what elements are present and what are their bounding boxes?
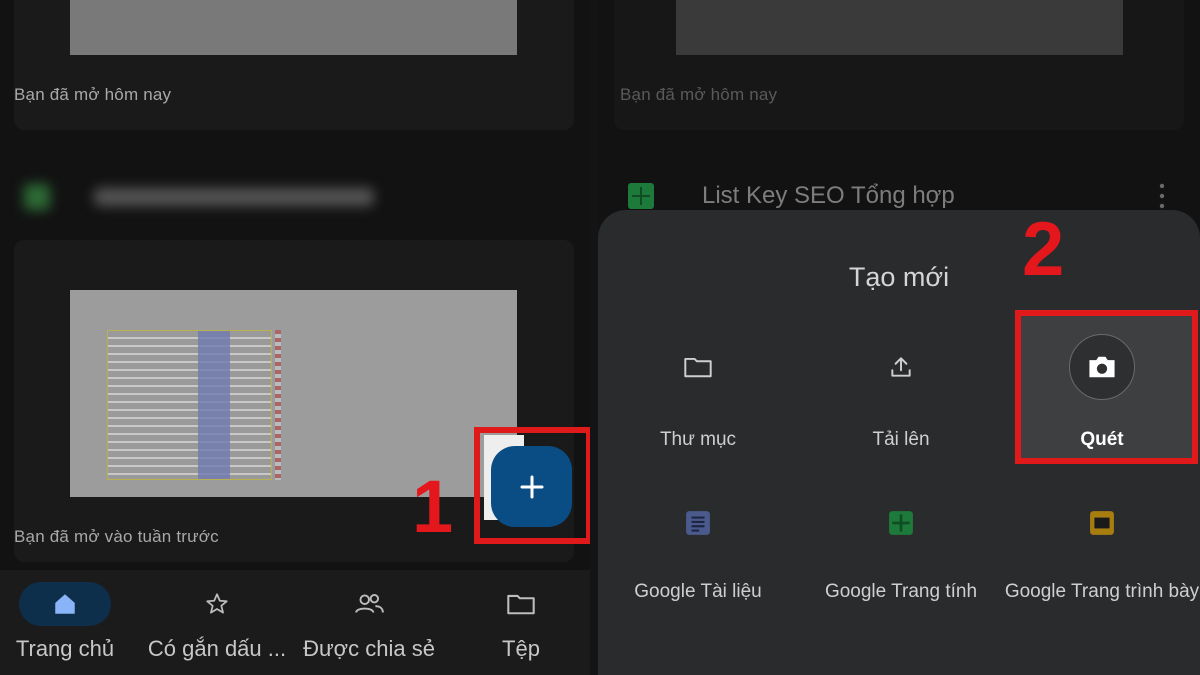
- folder-icon: [684, 357, 712, 378]
- drive-home-screen: Bạn đã mở hôm nay Bạn đã mở vào tuần trư…: [0, 0, 590, 675]
- sheets-icon: [889, 511, 913, 535]
- option-scan-icon-wrap: [1069, 334, 1135, 400]
- camera-icon: [1089, 356, 1115, 378]
- option-google-docs[interactable]: Google Tài liệu: [603, 490, 793, 630]
- blurred-file-icon: [24, 184, 50, 210]
- option-upload-icon-wrap: [868, 334, 934, 400]
- nav-item-starred[interactable]: Có gắn dấu ...: [138, 570, 296, 675]
- option-folder-icon-wrap: [665, 334, 731, 400]
- more-vert-icon: [1159, 183, 1165, 209]
- sheets-file-icon: [628, 183, 654, 209]
- nav-label-files: Tệp: [502, 636, 540, 661]
- option-google-slides[interactable]: Google Trang trình bày: [1005, 490, 1199, 630]
- nav-active-indicator: [19, 582, 111, 626]
- option-google-slides-label: Google Trang trình bày: [1004, 581, 1200, 602]
- option-google-docs-label: Google Tài liệu: [634, 581, 762, 602]
- caption-opened-today: Bạn đã mở hôm nay: [14, 85, 172, 104]
- file-thumbnail: [676, 0, 1123, 55]
- create-new-bottom-sheet: Tạo mới Thư mục Tải lên Quét Google Tài …: [598, 210, 1200, 675]
- plus-icon: [520, 475, 543, 498]
- step-number-1: 1: [412, 465, 454, 548]
- nav-label-shared: Được chia sẻ: [303, 636, 435, 661]
- folder-icon: [507, 594, 535, 615]
- bottom-sheet-title: Tạo mới: [848, 262, 950, 292]
- star-icon: [206, 593, 228, 614]
- blurred-file-row: [14, 170, 574, 230]
- nav-icon-wrap-starred: [171, 582, 263, 626]
- docs-icon: [686, 511, 710, 535]
- file-thumbnail: [70, 0, 517, 55]
- option-docs-icon-wrap: [665, 490, 731, 556]
- option-slides-icon-wrap: [1069, 490, 1135, 556]
- option-scan-label: Quét: [1080, 429, 1124, 450]
- nav-item-shared[interactable]: Được chia sẻ: [298, 570, 440, 675]
- option-upload[interactable]: Tải lên: [806, 334, 996, 464]
- nav-icon-wrap-files: [475, 582, 567, 626]
- home-icon: [55, 594, 75, 614]
- nav-label-home: Trang chủ: [15, 636, 115, 661]
- option-folder-label: Thư mục: [659, 429, 737, 450]
- nav-icon-wrap-shared: [323, 582, 415, 626]
- option-google-sheets-label: Google Trang tính: [824, 581, 978, 602]
- blurred-file-name: [94, 188, 374, 206]
- option-google-sheets[interactable]: Google Trang tính: [806, 490, 996, 630]
- step-number-2: 2: [1022, 207, 1065, 292]
- drive-create-new-screen: Bạn đã mở hôm nay List Key SEO Tổng hợp …: [598, 0, 1200, 675]
- nav-label-starred: Có gắn dấu ...: [147, 636, 287, 661]
- option-sheets-icon-wrap: [868, 490, 934, 556]
- nav-item-home[interactable]: Trang chủ: [0, 570, 130, 675]
- spreadsheet-table-preview: [107, 330, 272, 480]
- upload-icon: [891, 357, 911, 377]
- file-title: List Key SEO Tổng hợp: [702, 182, 955, 209]
- spreadsheet-column-preview: [275, 330, 281, 480]
- option-folder[interactable]: Thư mục: [603, 334, 793, 464]
- nav-item-files[interactable]: Tệp: [480, 570, 562, 675]
- recent-file-card-today[interactable]: [14, 0, 574, 130]
- caption-opened-last-week: Bạn đã mở vào tuần trước: [14, 527, 219, 546]
- new-button[interactable]: [491, 446, 572, 527]
- option-scan[interactable]: Quét: [1007, 334, 1197, 464]
- option-upload-label: Tải lên: [872, 429, 930, 450]
- slides-icon: [1090, 511, 1114, 535]
- caption-opened-today: Bạn đã mở hôm nay: [620, 85, 778, 104]
- bottom-navigation: Trang chủ Có gắn dấu ... Được chia sẻ Tệ…: [0, 570, 590, 675]
- recent-file-card-today: [614, 0, 1184, 130]
- people-icon: [355, 593, 384, 613]
